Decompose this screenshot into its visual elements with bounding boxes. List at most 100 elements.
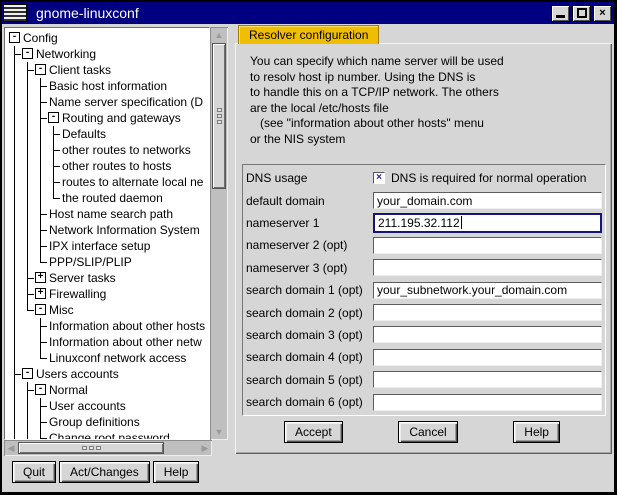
tree-line [8,302,21,318]
tree-item-label: Firewalling [49,287,106,301]
horizontal-scroll-thumb[interactable] [18,442,164,454]
quit-button[interactable]: Quit [12,461,56,483]
field-nameserver-3-opt[interactable] [373,259,602,276]
tree-line [8,142,21,158]
tree-item-group-definitions[interactable]: Group definitions [5,414,209,430]
tree-item-other-routes-to-hosts[interactable]: other routes to hosts [5,158,209,174]
tree-item-label: Linuxconf network access [49,351,186,365]
tree-vertical-scrollbar[interactable]: ▲ ▼ [210,27,228,440]
form-row-search-domain-6-opt: search domain 6 (opt) [246,391,602,413]
gnome-linuxconf-window: gnome-linuxconf × -Config-Networking-Cli… [0,0,617,495]
field-search-domain-1-opt[interactable]: your_subnetwork.your_domain.com [373,282,602,299]
accept-button[interactable]: Accept [284,421,343,443]
tree-item-ipx-interface-setup[interactable]: IPX interface setup [5,238,209,254]
act-changes-button[interactable]: Act/Changes [59,461,150,483]
tree-line [34,254,47,270]
tree-item-users-accounts[interactable]: -Users accounts [5,366,209,382]
minus-box-icon[interactable]: - [21,366,34,382]
minus-box-icon[interactable]: - [34,62,47,78]
tree-item-other-routes-to-networks[interactable]: other routes to networks [5,142,209,158]
up-arrow-icon[interactable]: ▲ [212,29,226,41]
right-arrow-icon[interactable]: ▶ [198,442,212,454]
tree-item-routes-to-alternate-local-ne[interactable]: routes to alternate local ne [5,174,209,190]
tree-item-server-tasks[interactable]: +Server tasks [5,270,209,286]
minimize-button[interactable] [551,5,570,22]
close-button[interactable]: × [593,5,612,22]
tree-item-normal[interactable]: -Normal [5,382,209,398]
tree-horizontal-scrollbar[interactable]: ◀ ▶ [4,440,212,456]
vertical-scroll-thumb[interactable] [212,43,226,189]
tree-item-basic-host-information[interactable]: Basic host information [5,78,209,94]
tree-line [21,62,34,78]
minus-box-icon[interactable]: - [34,302,47,318]
tree-item-change-root-password[interactable]: Change root password [5,430,209,440]
maximize-icon [577,8,587,18]
tree-item-information-about-other-hosts[interactable]: Information about other hosts [5,318,209,334]
text-cursor [461,216,462,229]
field-nameserver-2-opt[interactable] [373,237,602,254]
tree-item-label: Network Information System [49,223,200,237]
tree-item-defaults[interactable]: Defaults [5,126,209,142]
tree-item-config[interactable]: -Config [5,30,209,46]
tree-item-client-tasks[interactable]: -Client tasks [5,62,209,78]
plus-box-icon[interactable]: + [34,286,47,302]
tree-item-label: Users accounts [36,367,119,381]
help-button[interactable]: Help [513,421,560,443]
down-arrow-icon[interactable]: ▼ [212,426,226,438]
tree-item-firewalling[interactable]: +Firewalling [5,286,209,302]
tree-line [21,302,34,318]
minus-box-icon[interactable]: - [34,382,47,398]
tree-item-the-routed-daemon[interactable]: the routed daemon [5,190,209,206]
x-mark-icon: × [376,173,382,183]
tree-item-routing-and-gateways[interactable]: -Routing and gateways [5,110,209,126]
minus-box-icon[interactable]: - [21,46,34,62]
tree-item-label: Normal [49,383,88,397]
tree-item-misc[interactable]: -Misc [5,302,209,318]
tree-item-label: Config [23,31,58,45]
tree-item-name-server-specification-d[interactable]: Name server specification (D [5,94,209,110]
tree-item-label: Information about other hosts [49,319,205,333]
tree-item-label: Defaults [62,127,106,141]
tree-line [8,254,21,270]
plus-box-icon[interactable]: + [34,270,47,286]
tab-resolver-configuration[interactable]: Resolver configuration [238,25,379,44]
minus-box-icon[interactable]: - [47,110,60,126]
tree-line [21,126,34,142]
tree-item-networking[interactable]: -Networking [5,46,209,62]
field-default-domain[interactable]: your_domain.com [373,192,602,209]
window-menu-icon[interactable] [3,4,27,22]
field-search-domain-4-opt[interactable] [373,349,602,366]
tree-line [8,398,21,414]
tree-line [8,430,21,440]
field-label: DNS usage [246,171,373,185]
tree-item-host-name-search-path[interactable]: Host name search path [5,206,209,222]
minus-box-icon[interactable]: - [8,30,21,46]
tree-line [21,334,34,350]
titlebar[interactable]: gnome-linuxconf × [2,2,614,24]
config-tree: -Config-Networking-Client tasksBasic hos… [4,27,210,440]
tree-item-label: Routing and gateways [62,111,181,125]
field-nameserver-1[interactable]: 211.195.32.112 [373,213,602,233]
field-search-domain-5-opt[interactable] [373,371,602,388]
tree-item-label: IPX interface setup [49,239,150,253]
tree-line [8,126,21,142]
form-row-search-domain-5-opt: search domain 5 (opt) [246,369,602,391]
tree-line [21,206,34,222]
field-search-domain-3-opt[interactable] [373,326,602,343]
dns-usage-checkbox[interactable]: × [373,172,385,184]
tree-item-linuxconf-network-access[interactable]: Linuxconf network access [5,350,209,366]
cancel-button[interactable]: Cancel [398,421,457,443]
left-arrow-icon[interactable]: ◀ [4,442,18,454]
tree-line [21,222,34,238]
field-search-domain-6-opt[interactable] [373,394,602,411]
tree-item-ppp-slip-plip[interactable]: PPP/SLIP/PLIP [5,254,209,270]
tree-item-user-accounts[interactable]: User accounts [5,398,209,414]
form-row-nameserver-1: nameserver 1211.195.32.112 [246,212,602,234]
maximize-button[interactable] [572,5,591,22]
tree-line [21,398,34,414]
help-button[interactable]: Help [153,461,200,483]
tree-line [34,94,47,110]
tree-item-information-about-other-netw[interactable]: Information about other netw [5,334,209,350]
tree-item-network-information-system[interactable]: Network Information System [5,222,209,238]
field-search-domain-2-opt[interactable] [373,304,602,321]
